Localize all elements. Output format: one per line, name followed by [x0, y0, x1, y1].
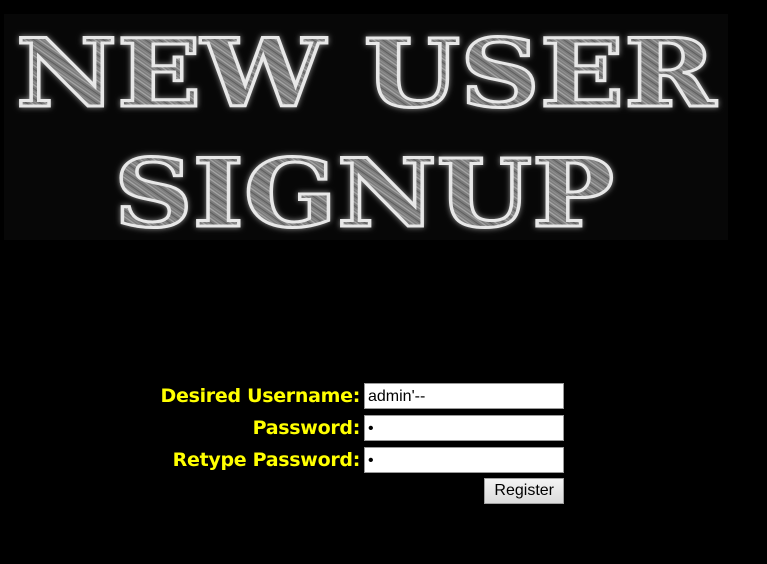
username-row: Desired Username:: [160, 380, 564, 412]
password-row: Password:: [160, 412, 564, 444]
banner-line-1: NEW USER: [16, 19, 717, 129]
password-input[interactable]: [364, 415, 564, 441]
retype-password-label: Retype Password:: [172, 449, 361, 471]
username-input[interactable]: [364, 383, 564, 409]
register-button[interactable]: Register: [484, 478, 564, 504]
button-row: Register: [160, 478, 564, 504]
banner-logo: NEW USER SIGNUP: [15, 18, 719, 241]
retype-password-row: Retype Password:: [160, 444, 564, 476]
username-label: Desired Username:: [160, 385, 361, 407]
signup-page: NEW USER SIGNUP Desired Username: Passwo…: [0, 0, 767, 564]
password-label: Password:: [252, 417, 361, 439]
retype-password-input[interactable]: [364, 447, 564, 473]
signup-banner: NEW USER SIGNUP: [4, 14, 728, 240]
signup-form: Desired Username: Password: Retype Passw…: [160, 380, 580, 504]
banner-line-2: SIGNUP: [114, 139, 614, 240]
